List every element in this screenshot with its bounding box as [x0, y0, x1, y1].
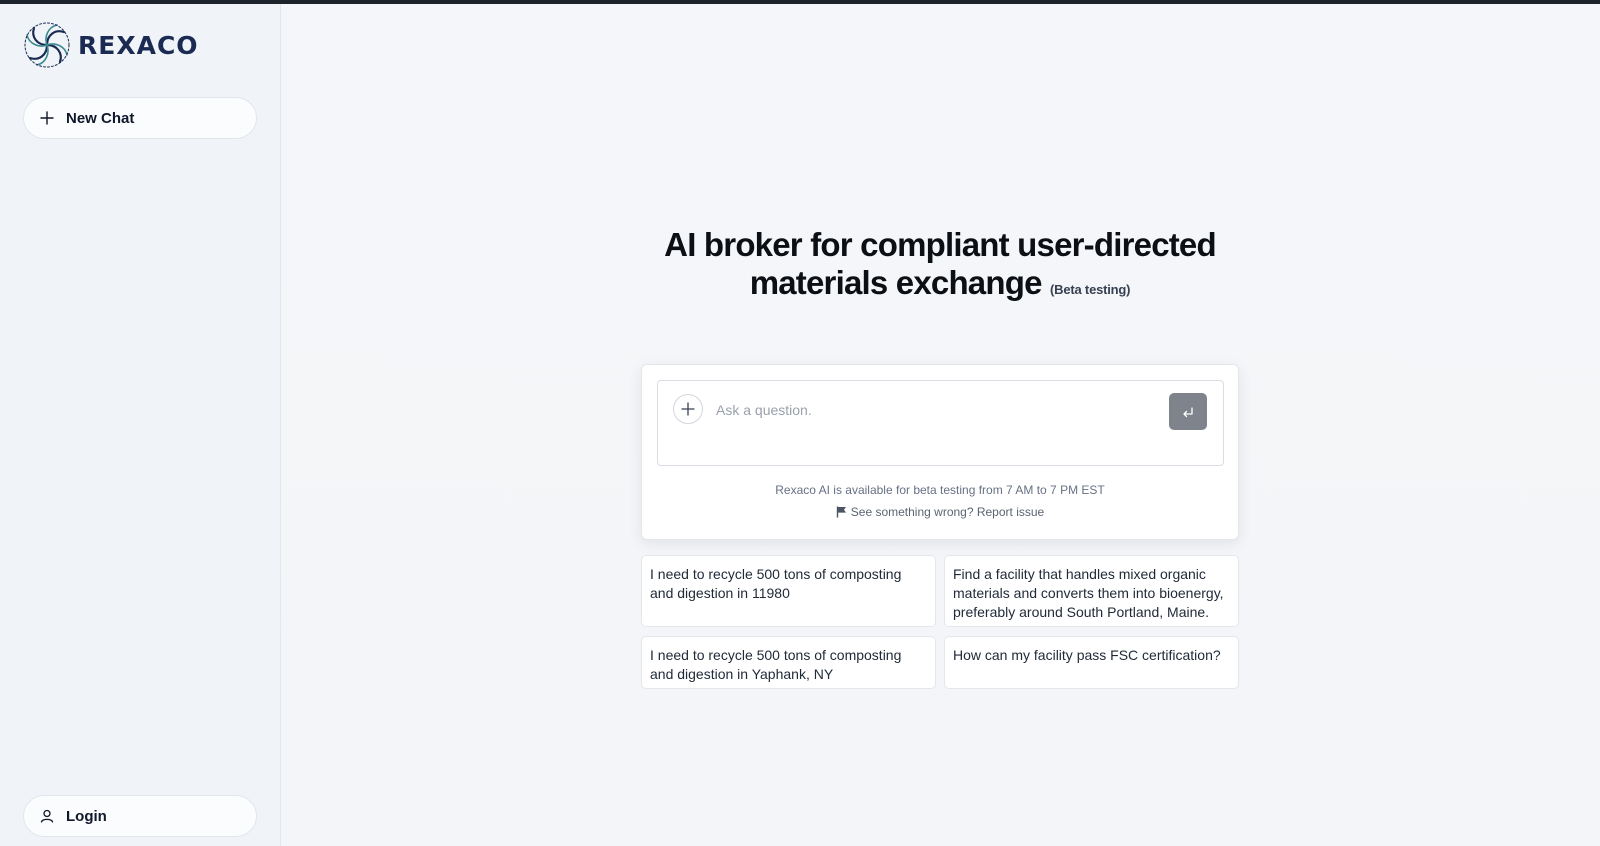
spiral-logo-icon	[24, 22, 70, 68]
brand-name: REXACO	[78, 30, 199, 60]
report-issue-label: See something wrong? Report issue	[850, 505, 1045, 519]
beta-note: (Beta testing)	[1050, 282, 1131, 297]
new-chat-label: New Chat	[66, 109, 135, 127]
enter-return-icon	[1183, 406, 1193, 417]
login-button[interactable]: Login	[23, 795, 257, 837]
sidebar: REXACO New Chat Login	[0, 4, 281, 846]
chat-card: Rexaco AI is available for beta testing …	[641, 364, 1239, 540]
suggestion-card[interactable]: I need to recycle 500 tons of composting…	[641, 636, 936, 689]
question-box[interactable]	[657, 380, 1224, 466]
availability-note: Rexaco AI is available for beta testing …	[775, 483, 1105, 497]
new-chat-button[interactable]: New Chat	[23, 97, 257, 139]
question-input[interactable]	[716, 397, 1146, 423]
user-icon	[40, 809, 54, 823]
attach-button[interactable]	[673, 394, 703, 424]
plus-icon	[681, 402, 695, 416]
title-line-2: materials exchange	[749, 264, 1043, 301]
brand-logo[interactable]: REXACO	[22, 20, 199, 70]
login-label: Login	[66, 807, 107, 825]
suggestion-card[interactable]: I need to recycle 500 tons of composting…	[641, 555, 936, 627]
send-button[interactable]	[1169, 393, 1207, 430]
report-issue-link[interactable]: See something wrong? Report issue	[642, 505, 1238, 519]
page-title: AI broker for compliant user-directed ma…	[620, 226, 1260, 309]
suggestion-card[interactable]: Find a facility that handles mixed organ…	[944, 555, 1239, 627]
title-line-1: AI broker for compliant user-directed	[664, 226, 1216, 263]
suggestion-card[interactable]: How can my facility pass FSC certificati…	[944, 636, 1239, 689]
flag-icon	[836, 506, 846, 518]
plus-icon	[40, 111, 54, 125]
